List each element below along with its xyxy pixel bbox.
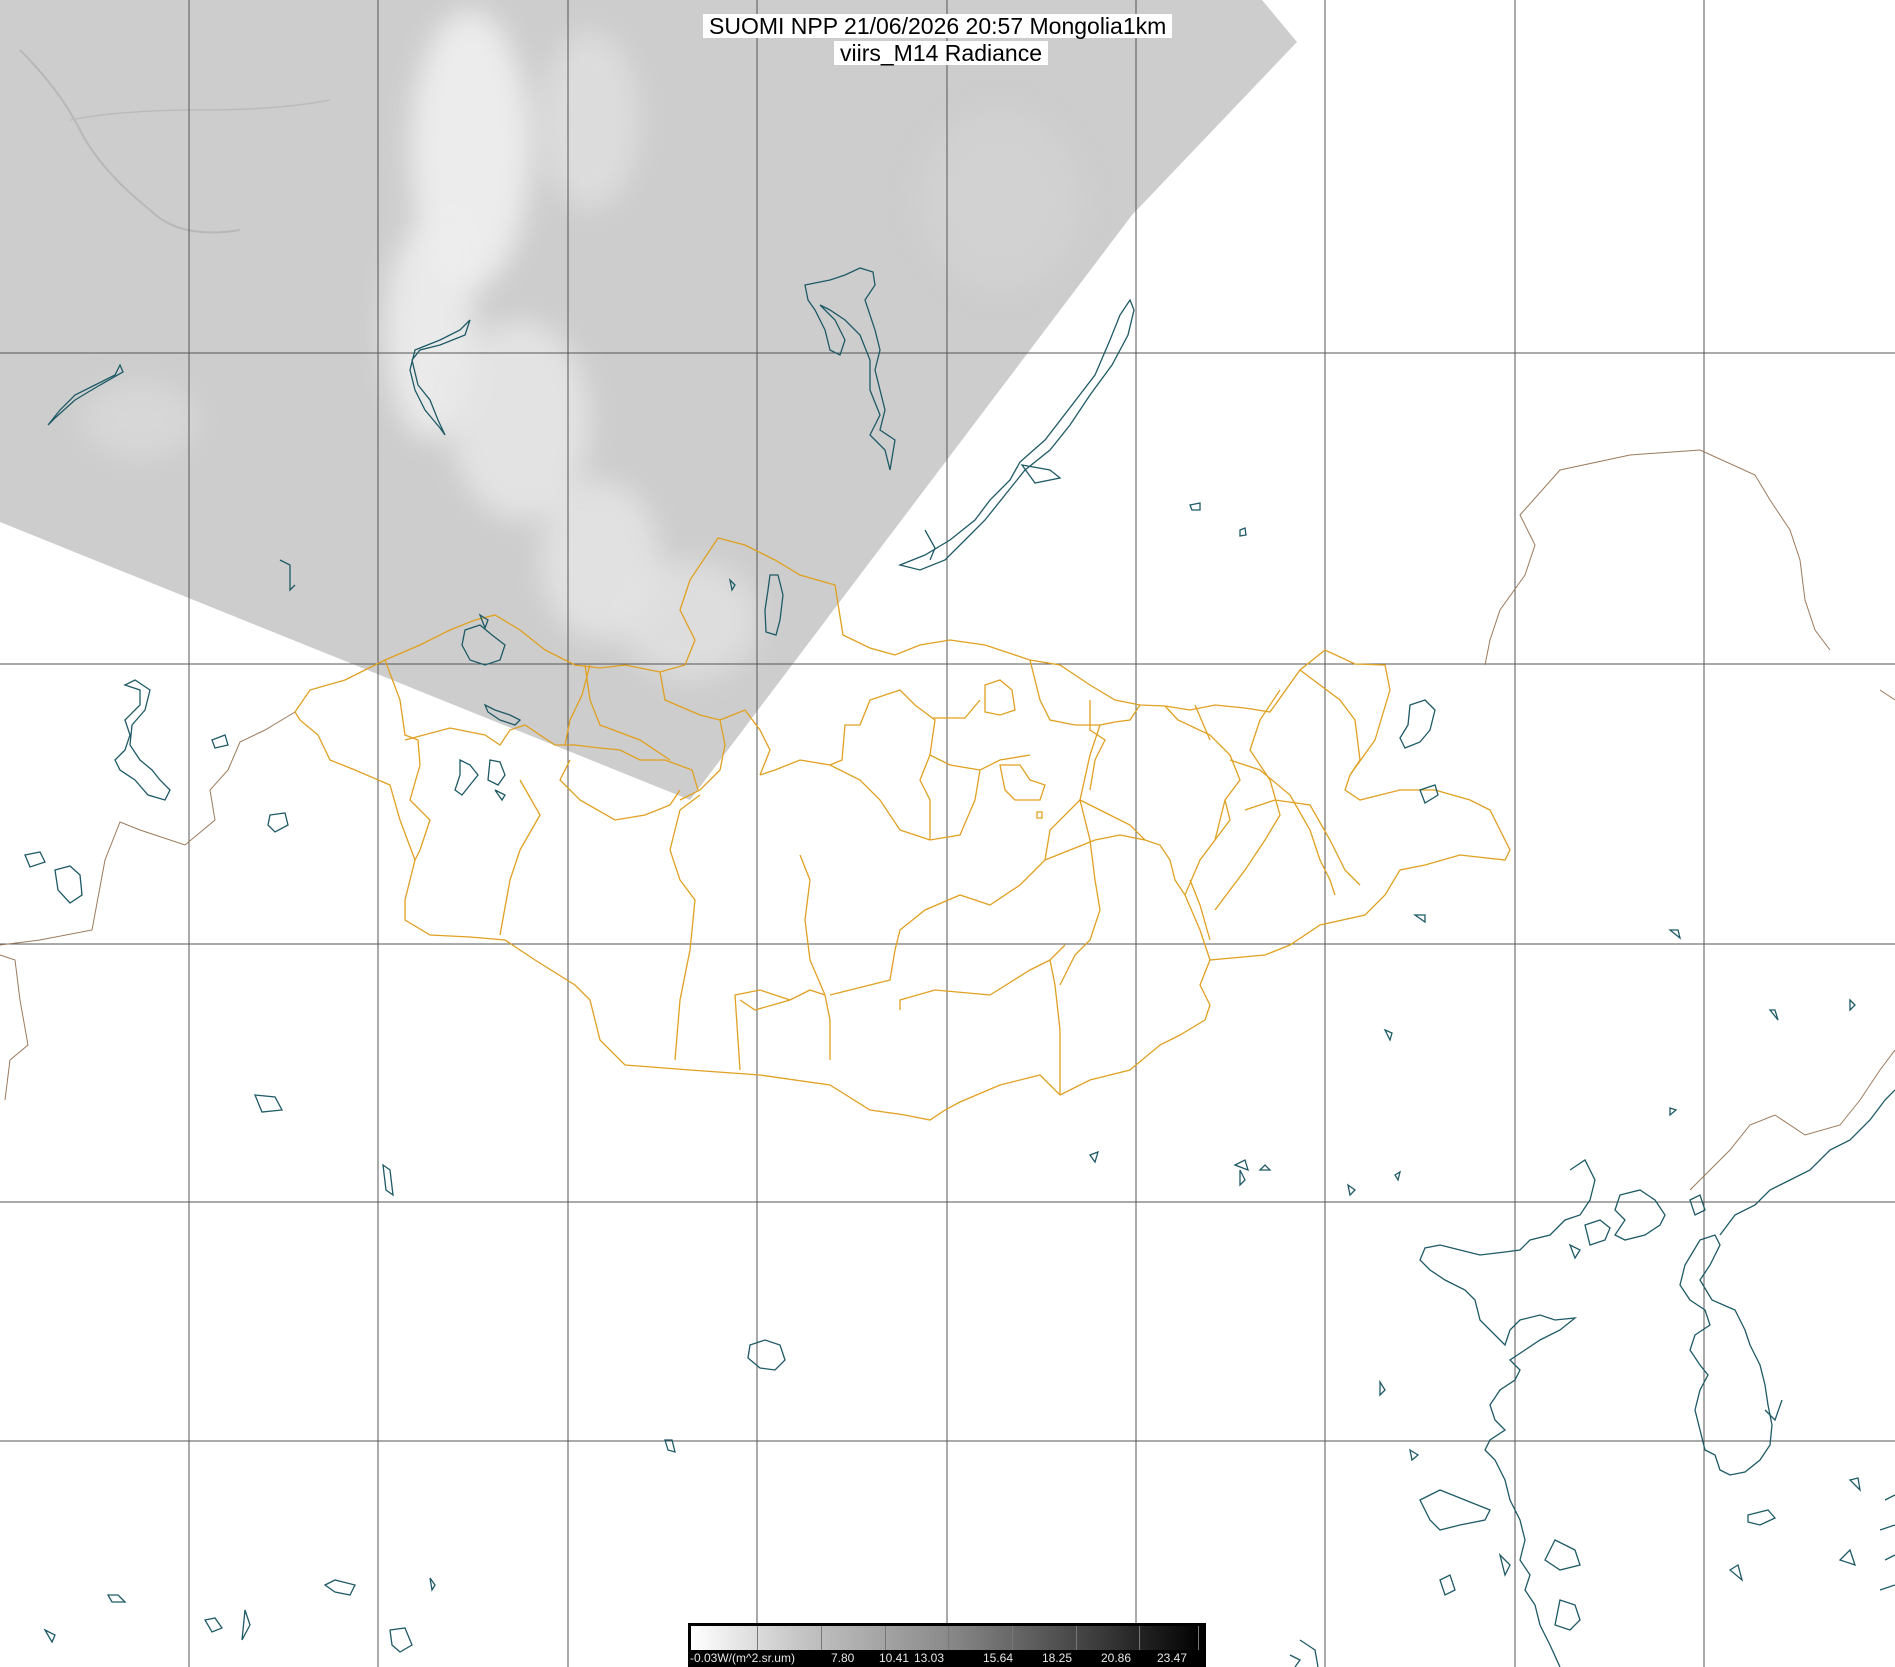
lake-hulun: [1399, 699, 1436, 749]
colorbar-tick: 20.86: [1101, 1651, 1132, 1665]
colorbar-tick: 15.64: [983, 1651, 1014, 1665]
coastline-bohai: [1419, 1159, 1596, 1667]
colorbar-unit-label: -0.03W/(m^2.sr.um): [690, 1651, 795, 1665]
satellite-map: [0, 0, 1895, 1667]
colorbar-tick: 7.80: [831, 1651, 855, 1665]
colorbar-labels: -0.03W/(m^2.sr.um) 7.80 10.41 13.03 15.6…: [688, 1650, 1206, 1667]
colorbar-tick: 10.41: [879, 1651, 910, 1665]
colorbar-tick: 23.47: [1157, 1651, 1188, 1665]
colorbar-tick: 18.25: [1042, 1651, 1073, 1665]
radiance-colorbar: -0.03W/(m^2.sr.um) 7.80 10.41 13.03 15.6…: [688, 1623, 1206, 1667]
radiance-swath: [0, 0, 1297, 800]
coastline-korea: [1679, 1234, 1773, 1476]
colorbar-gradient: [691, 1626, 1203, 1652]
map-subtitle: viirs_M14 Radiance: [834, 41, 1048, 65]
map-title: SUOMI NPP 21/06/2026 20:57 Mongolia1km: [703, 14, 1173, 38]
colorbar-tick: 13.03: [914, 1651, 945, 1665]
admin-enclaves: [984, 679, 1046, 819]
